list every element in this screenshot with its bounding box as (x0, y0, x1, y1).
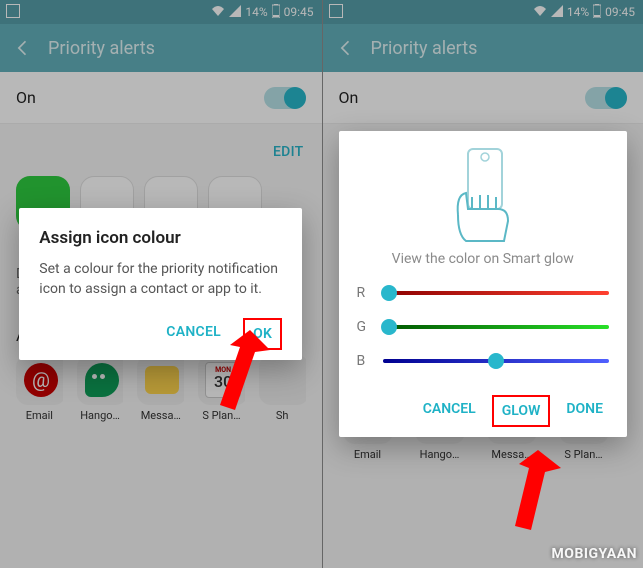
smart-glow-dialog: View the color on Smart glow R G B CANCE… (339, 131, 627, 437)
done-button[interactable]: DONE (560, 395, 609, 427)
slider-red[interactable]: R (357, 285, 609, 301)
dialog-body: Set a colour for the priority notificati… (39, 260, 282, 299)
left-screenshot: 14% 09:45 Priority alerts On EDIT Da App… (0, 0, 322, 568)
watermark: MOBIGYAAN (552, 546, 637, 562)
right-screenshot: 14% 09:45 Priority alerts On @Email Hang… (322, 0, 643, 568)
slider-green[interactable]: G (357, 319, 609, 335)
slider-track[interactable] (383, 325, 609, 329)
cancel-button[interactable]: CANCEL (417, 395, 482, 427)
dialog-caption: View the color on Smart glow (357, 251, 609, 267)
glow-button[interactable]: GLOW (492, 395, 551, 427)
slider-blue[interactable]: B (357, 353, 609, 369)
slider-track[interactable] (383, 291, 609, 295)
dialog-title: Assign icon colour (39, 228, 282, 248)
slider-track[interactable] (383, 359, 609, 363)
phone-hand-illustration (357, 145, 609, 245)
modal-scrim: Assign icon colour Set a colour for the … (0, 0, 322, 568)
